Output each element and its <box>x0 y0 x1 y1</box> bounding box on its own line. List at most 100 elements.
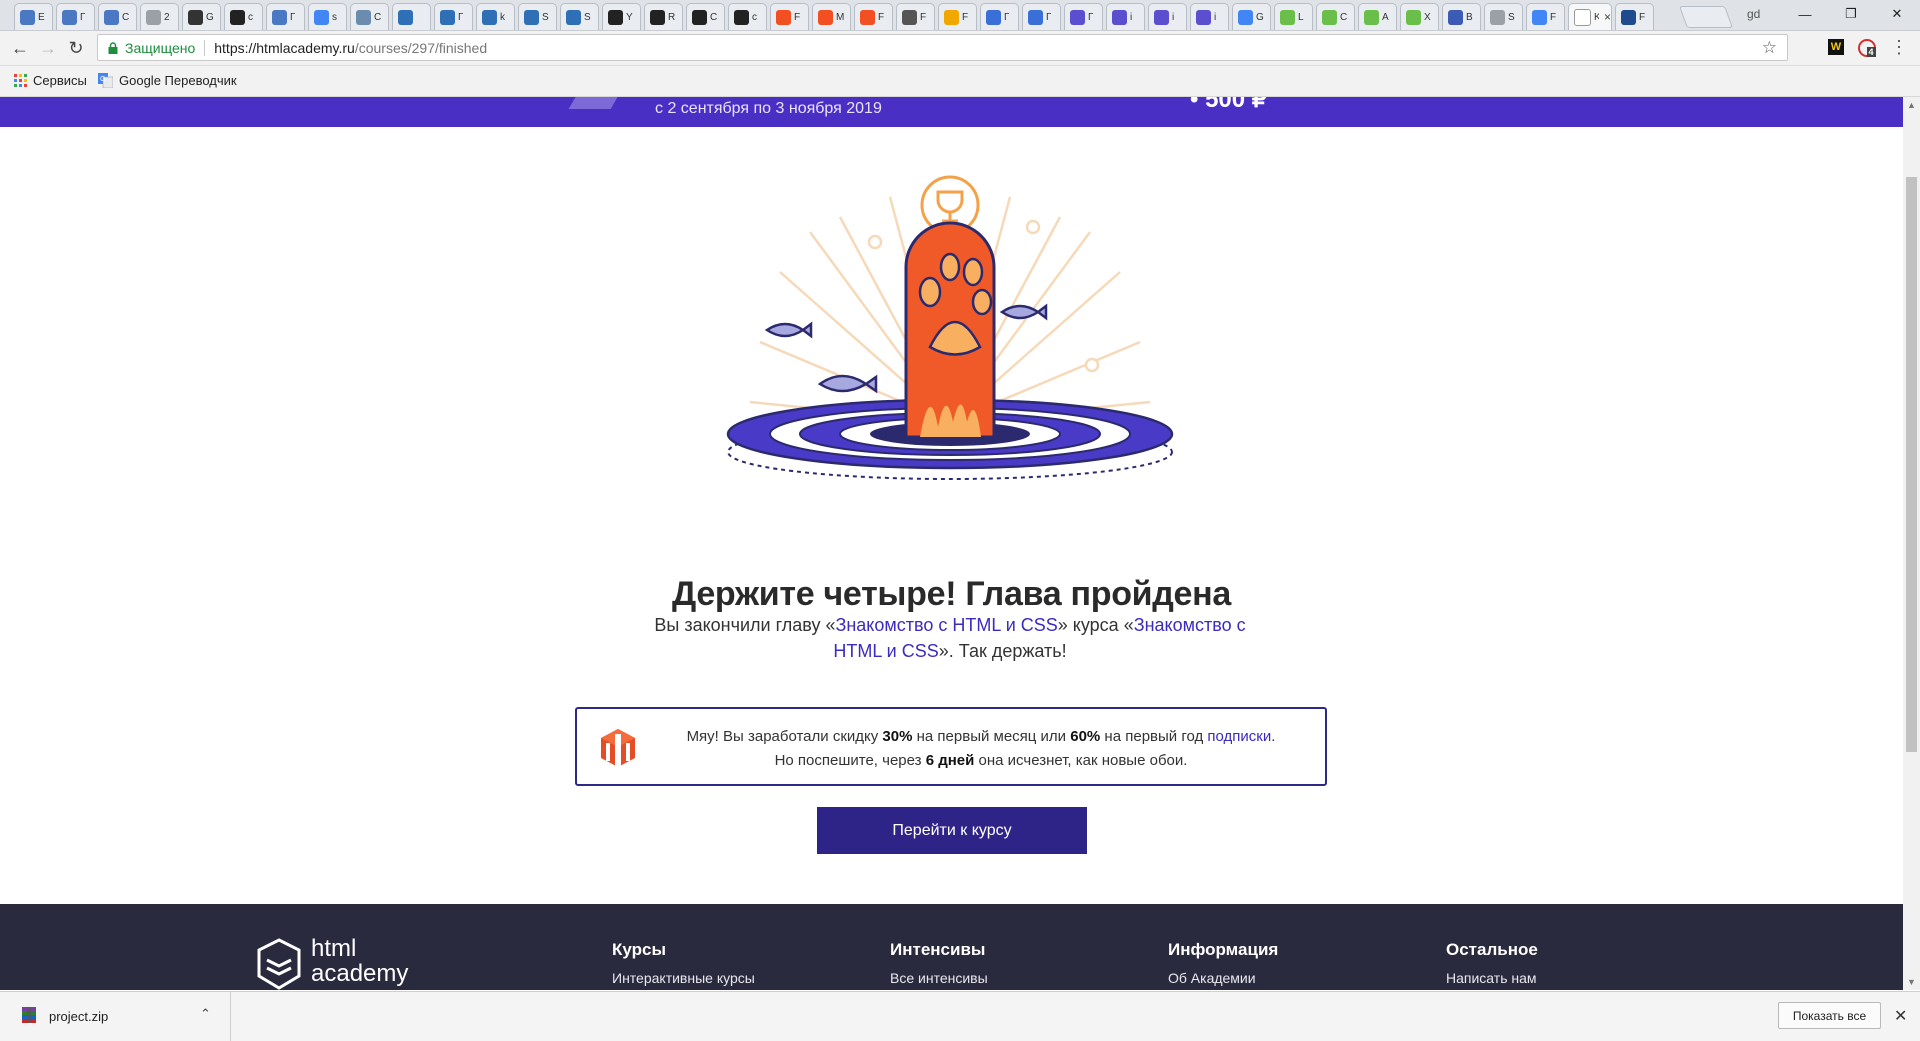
browser-tab[interactable]: С <box>350 3 389 30</box>
show-all-downloads-button[interactable]: Показать все <box>1778 1002 1881 1029</box>
chapter-description: Вы закончили главу «Знакомство с HTML и … <box>650 612 1250 664</box>
footer-heading[interactable]: Остальное <box>1446 940 1538 960</box>
browser-tab[interactable]: L <box>1274 3 1313 30</box>
scroll-down-icon[interactable]: ▼ <box>1903 974 1920 990</box>
tab-label: F <box>878 11 885 23</box>
download-bar: project.zip ⌃ Показать все ✕ <box>0 991 1920 1041</box>
profile-label[interactable]: gd <box>1747 7 1760 21</box>
browser-tab[interactable]: i <box>1190 3 1229 30</box>
browser-tab[interactable]: 2 <box>140 3 179 30</box>
browser-tab[interactable]: i <box>1148 3 1187 30</box>
browser-tab[interactable]: С <box>98 3 137 30</box>
browser-tab[interactable] <box>392 3 431 30</box>
footer-link[interactable]: Написать нам <box>1446 970 1538 986</box>
browser-tab[interactable]: С <box>686 3 725 30</box>
browser-tab[interactable]: i <box>1106 3 1145 30</box>
opera-icon[interactable]: 4 <box>1858 39 1876 57</box>
chapter-link[interactable]: Знакомство с HTML и CSS <box>835 615 1057 635</box>
browser-tab[interactable]: F <box>1526 3 1565 30</box>
page-scrollbar[interactable]: ▲ ▼ <box>1903 97 1920 990</box>
new-tab-button[interactable] <box>1678 6 1734 28</box>
browser-tab[interactable]: Г <box>980 3 1019 30</box>
browser-tab[interactable]: F <box>896 3 935 30</box>
monitor-icon <box>566 9 581 25</box>
monthly-discount: 30% <box>882 728 913 745</box>
wave-icon <box>1196 9 1211 25</box>
browser-tab[interactable]: S <box>1484 3 1523 30</box>
browser-tab[interactable]: R <box>644 3 683 30</box>
browser-tab[interactable]: S <box>560 3 599 30</box>
browser-tab[interactable]: A <box>1358 3 1397 30</box>
promo-banner[interactable]: с 2 сентября по 3 ноября 2019 • 500 ₽ <box>0 97 1903 127</box>
browser-tab[interactable]: K× <box>1568 3 1612 30</box>
address-bar[interactable]: Защищено https://htmlacademy.ru/courses/… <box>97 34 1788 61</box>
tab-label: X <box>1424 11 1431 23</box>
close-window-icon[interactable]: ✕ <box>1874 0 1920 28</box>
monitor-icon <box>398 9 413 25</box>
tab-label: E <box>38 11 45 23</box>
browser-tab[interactable]: c <box>224 3 263 30</box>
wappalyzer-icon[interactable]: W <box>1826 37 1846 57</box>
browser-tab[interactable]: C <box>1316 3 1355 30</box>
browser-tab[interactable]: Г <box>56 3 95 30</box>
browser-menu-icon[interactable]: ⋮ <box>1890 37 1908 58</box>
browser-tab[interactable]: F <box>770 3 809 30</box>
leaf-icon <box>1364 9 1379 25</box>
go-to-course-button[interactable]: Перейти к курсу <box>817 807 1087 854</box>
tab-close-icon[interactable]: × <box>1604 10 1611 24</box>
footer-link[interactable]: Интерактивные курсы <box>612 970 755 986</box>
browser-tab[interactable]: S <box>518 3 557 30</box>
browser-tab[interactable]: G <box>1232 3 1271 30</box>
page-icon <box>62 9 77 25</box>
chevron-up-icon[interactable]: ⌃ <box>200 1006 211 1022</box>
back-icon[interactable]: ← <box>8 37 32 59</box>
footer-link[interactable]: Все интенсивы <box>890 970 988 986</box>
browser-tab[interactable]: B <box>1442 3 1481 30</box>
subscription-link[interactable]: подписки <box>1207 728 1271 745</box>
bookmark-google-translate[interactable]: G Google Переводчик <box>98 73 237 88</box>
browser-tab[interactable]: Y <box>602 3 641 30</box>
browser-tab[interactable]: Г <box>1022 3 1061 30</box>
cat-paw-illustration <box>726 175 1174 480</box>
browser-tab[interactable]: s <box>308 3 347 30</box>
reload-icon[interactable]: ↻ <box>64 37 88 59</box>
network-icon <box>1028 9 1043 25</box>
footer-heading[interactable]: Информация <box>1168 940 1278 960</box>
download-item[interactable]: project.zip ⌃ <box>0 992 231 1041</box>
page-icon <box>20 9 35 25</box>
browser-tab[interactable]: G <box>182 3 221 30</box>
browser-tab[interactable]: k <box>476 3 515 30</box>
browser-tab[interactable]: X <box>1400 3 1439 30</box>
tab-label: 2 <box>164 11 170 23</box>
htmlacademy-icon <box>1574 8 1591 26</box>
banner-date: с 2 сентября по 3 ноября 2019 <box>655 100 882 117</box>
bookmark-apps[interactable]: Сервисы <box>14 73 87 88</box>
hexlet-icon <box>356 9 371 25</box>
browser-tab[interactable]: F <box>1615 3 1654 30</box>
forward-icon[interactable]: → <box>36 37 60 59</box>
scrollbar-thumb[interactable] <box>1906 177 1917 752</box>
htmlacademy-logo-icon[interactable] <box>257 938 301 990</box>
days-left: 6 дней <box>925 752 975 769</box>
tab-label: K <box>1594 12 1599 23</box>
browser-tab[interactable]: Г <box>1064 3 1103 30</box>
browser-tab[interactable]: E <box>14 3 53 30</box>
bookmark-star-icon[interactable]: ☆ <box>1762 38 1777 58</box>
browser-tab[interactable]: Г <box>266 3 305 30</box>
footer-heading[interactable]: Интенсивы <box>890 940 988 960</box>
site-footer: html academy Курсы Интерактивные курсы И… <box>0 904 1903 990</box>
close-icon[interactable]: ✕ <box>1894 1006 1907 1026</box>
footer-heading[interactable]: Курсы <box>612 940 755 960</box>
page-viewport: с 2 сентября по 3 ноября 2019 • 500 ₽ Де… <box>0 97 1903 990</box>
browser-tab[interactable]: F <box>854 3 893 30</box>
scroll-up-icon[interactable]: ▲ <box>1903 97 1920 113</box>
bookmark-label: Google Переводчик <box>119 73 237 88</box>
browser-tab[interactable]: Г <box>434 3 473 30</box>
browser-tab[interactable]: M <box>812 3 851 30</box>
restore-icon[interactable]: ❐ <box>1828 0 1874 28</box>
footer-logo-text[interactable]: html academy <box>311 936 408 986</box>
minimize-icon[interactable]: — <box>1782 0 1828 28</box>
browser-tab[interactable]: F <box>938 3 977 30</box>
browser-tab[interactable]: c <box>728 3 767 30</box>
footer-link[interactable]: Об Академии <box>1168 970 1278 986</box>
